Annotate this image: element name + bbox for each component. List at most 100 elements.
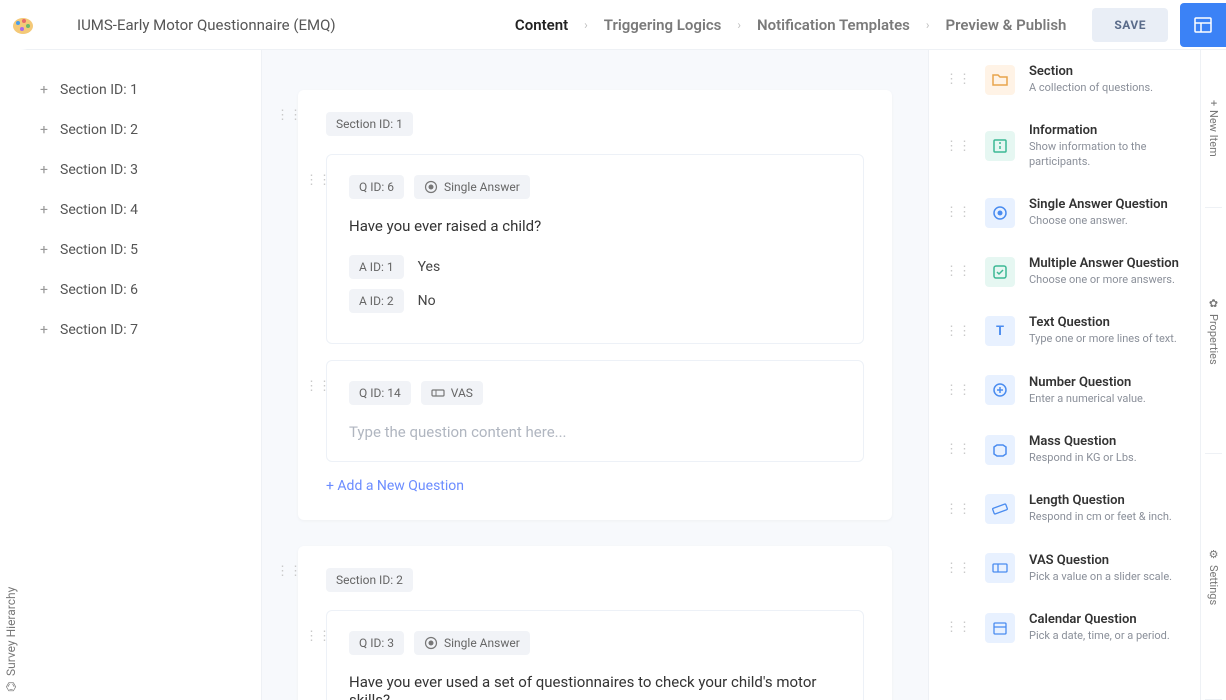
plus-icon: +: [40, 202, 60, 218]
question-text[interactable]: Have you ever used a set of questionnair…: [349, 673, 841, 700]
page-title: IUMS-Early Motor Questionnaire (EMQ): [77, 16, 336, 34]
section-card[interactable]: ⋮⋮ Section ID: 2 ⋮⋮ Q ID: 3 Single Answe…: [298, 546, 892, 700]
drag-handle-icon[interactable]: ⋮⋮: [305, 629, 331, 644]
answer-id-badge: A ID: 1: [349, 255, 404, 279]
section-header-badge: Section ID: 1: [326, 112, 413, 136]
palette-desc: Respond in cm or feet & inch.: [1029, 510, 1184, 524]
palette-item-single-answer[interactable]: ⋮⋮ Single Answer QuestionChoose one answ…: [929, 183, 1200, 242]
layout-icon: [1193, 15, 1213, 35]
svg-text:T: T: [996, 324, 1004, 339]
plus-icon: +: [40, 162, 60, 178]
side-tab-new-item[interactable]: + New Item: [1205, 50, 1222, 208]
ruler-icon: [985, 494, 1015, 524]
drag-handle-icon[interactable]: ⋮⋮: [945, 383, 971, 398]
question-text[interactable]: Have you ever raised a child?: [349, 217, 841, 235]
drag-handle-icon[interactable]: ⋮⋮: [945, 264, 971, 279]
hierarchy-item[interactable]: +Section ID: 7: [22, 310, 261, 350]
answer-row[interactable]: A ID: 2 No: [349, 289, 841, 313]
vas-icon: [431, 386, 445, 400]
palette-desc: Choose one or more answers.: [1029, 273, 1184, 287]
tab-preview-publish[interactable]: Preview & Publish: [939, 16, 1072, 34]
question-type-badge: Single Answer: [414, 631, 530, 655]
question-block[interactable]: ⋮⋮ Q ID: 14 VAS Type the question conten…: [326, 360, 864, 462]
gear-icon: ✿: [1207, 297, 1220, 310]
question-block[interactable]: ⋮⋮ Q ID: 6 Single Answer Have you ever r…: [326, 154, 864, 344]
side-tabs: + New Item ✿Properties ⚙Settings: [1200, 50, 1226, 700]
hierarchy-item[interactable]: +Section ID: 3: [22, 150, 261, 190]
palette-title: VAS Question: [1029, 553, 1184, 568]
side-tab-label: New Item: [1207, 110, 1220, 157]
palette-item-length[interactable]: ⋮⋮ Length QuestionRespond in cm or feet …: [929, 479, 1200, 538]
drag-handle-icon[interactable]: ⋮⋮: [305, 379, 331, 394]
side-tab-properties[interactable]: ✿Properties: [1205, 208, 1222, 454]
palette-item-vas[interactable]: ⋮⋮ VAS QuestionPick a value on a slider …: [929, 539, 1200, 598]
drag-handle-icon[interactable]: ⋮⋮: [276, 564, 302, 579]
mass-icon: [985, 435, 1015, 465]
answer-text: Yes: [418, 259, 441, 275]
tab-content[interactable]: Content: [509, 16, 574, 34]
drag-handle-icon[interactable]: ⋮⋮: [945, 442, 971, 457]
palette-item-information[interactable]: ⋮⋮ InformationShow information to the pa…: [929, 109, 1200, 183]
drag-handle-icon[interactable]: ⋮⋮: [945, 620, 971, 635]
checkbox-icon: [985, 257, 1015, 287]
question-type-badge: VAS: [421, 381, 483, 405]
nav-tabs: Content › Triggering Logics › Notificati…: [509, 16, 1073, 34]
save-button[interactable]: SAVE: [1092, 8, 1168, 42]
palette-desc: Type one or more lines of text.: [1029, 332, 1184, 346]
answer-text: No: [418, 293, 436, 309]
hierarchy-item[interactable]: +Section ID: 6: [22, 270, 261, 310]
plus-icon: +: [1207, 100, 1220, 106]
survey-canvas[interactable]: ⋮⋮ Section ID: 1 ⋮⋮ Q ID: 6 Single Answe…: [262, 50, 928, 700]
add-question-button[interactable]: + Add a New Question: [326, 478, 864, 494]
palette-item-mass[interactable]: ⋮⋮ Mass QuestionRespond in KG or Lbs.: [929, 420, 1200, 479]
side-tab-settings[interactable]: ⚙Settings: [1205, 454, 1222, 700]
drag-handle-icon[interactable]: ⋮⋮: [945, 72, 971, 87]
palette-title: Single Answer Question: [1029, 197, 1184, 212]
question-id-badge: Q ID: 6: [349, 175, 404, 199]
drag-handle-icon[interactable]: ⋮⋮: [305, 173, 331, 188]
layout-tool-button[interactable]: [1180, 3, 1226, 47]
info-icon: [985, 131, 1015, 161]
question-type-label: VAS: [451, 386, 473, 400]
hierarchy-item[interactable]: +Section ID: 5: [22, 230, 261, 270]
palette-desc: Show information to the participants.: [1029, 140, 1184, 169]
section-card[interactable]: ⋮⋮ Section ID: 1 ⋮⋮ Q ID: 6 Single Answe…: [298, 90, 892, 520]
hierarchy-item[interactable]: +Section ID: 1: [22, 70, 261, 110]
palette-title: Number Question: [1029, 375, 1184, 390]
palette-item-calendar[interactable]: ⋮⋮ Calendar QuestionPick a date, time, o…: [929, 598, 1200, 657]
logo-container: [0, 0, 45, 50]
palette-desc: A collection of questions.: [1029, 81, 1184, 95]
question-type-badge: Single Answer: [414, 175, 530, 199]
palette-item-number[interactable]: ⋮⋮ Number Question Enter a numerical valu…: [929, 361, 1200, 420]
plus-icon: +: [40, 242, 60, 258]
drag-handle-icon[interactable]: ⋮⋮: [945, 561, 971, 576]
question-block[interactable]: ⋮⋮ Q ID: 3 Single Answer Have you ever u…: [326, 610, 864, 700]
palette-desc: Enter a numerical value.: [1029, 392, 1184, 406]
palette-title: Calendar Question: [1029, 612, 1184, 627]
palette-title: Multiple Answer Question: [1029, 256, 1184, 271]
drag-handle-icon[interactable]: ⋮⋮: [945, 502, 971, 517]
drag-handle-icon[interactable]: ⋮⋮: [945, 205, 971, 220]
answer-row[interactable]: A ID: 1 Yes: [349, 255, 841, 279]
drag-handle-icon[interactable]: ⋮⋮: [945, 324, 971, 339]
plus-icon: +: [40, 322, 60, 338]
drag-handle-icon[interactable]: ⋮⋮: [945, 139, 971, 154]
tab-triggering-logics[interactable]: Triggering Logics: [598, 16, 728, 34]
tab-notification-templates[interactable]: Notification Templates: [751, 16, 916, 34]
gear-icon: ⚙: [1207, 548, 1220, 561]
palette-item-multiple-answer[interactable]: ⋮⋮ Multiple Answer Question Choose one or…: [929, 242, 1200, 301]
calendar-icon: [985, 613, 1015, 643]
plus-icon: +: [40, 82, 60, 98]
question-id-badge: Q ID: 14: [349, 381, 411, 405]
hierarchy-item[interactable]: +Section ID: 2: [22, 110, 261, 150]
palette-item-text[interactable]: ⋮⋮ T Text QuestionType one or more lines…: [929, 301, 1200, 360]
hierarchy-item[interactable]: +Section ID: 4: [22, 190, 261, 230]
drag-handle-icon[interactable]: ⋮⋮: [276, 108, 302, 123]
number-icon: [985, 375, 1015, 405]
hierarchy-item-label: Section ID: 5: [60, 242, 138, 258]
question-placeholder[interactable]: Type the question content here...: [349, 423, 841, 441]
palette-desc: Respond in KG or Lbs.: [1029, 451, 1184, 465]
question-type-label: Single Answer: [444, 180, 520, 194]
palette-item-section[interactable]: ⋮⋮ SectionA collection of questions.: [929, 50, 1200, 109]
chevron-right-icon: ›: [584, 18, 588, 32]
